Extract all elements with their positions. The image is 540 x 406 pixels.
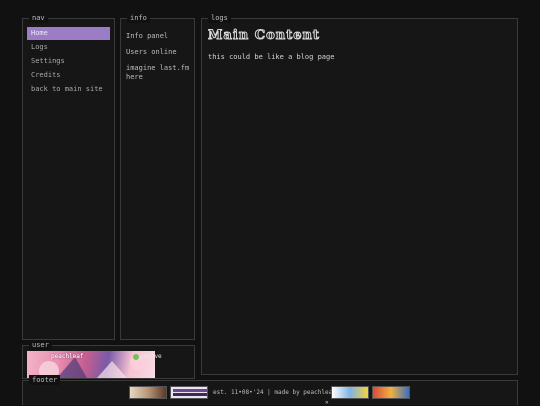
nav-item-credits[interactable]: Credits [27,69,110,82]
user-status: pmarve [133,353,162,360]
nav-item-back-to-main-site[interactable]: back to main site [27,83,110,96]
user-name: peachleaf [51,353,84,360]
main-content-heading: Main Content [208,28,320,44]
footer-text: est. 11•08•'24 | made by peachleaf [213,389,336,396]
user-panel: user peachleaf pmarve [22,340,195,379]
footer-badge-4[interactable] [372,386,410,399]
status-text: pmarve [140,353,162,360]
user-legend: user [29,340,52,350]
logs-legend: logs [208,13,231,23]
footer-badge-1[interactable] [129,386,167,399]
nav-item-home[interactable]: Home [27,27,110,40]
status-icon [133,353,139,360]
footer-badge-3[interactable] [331,386,369,399]
footer-legend: footer [29,375,61,385]
info-legend: info [127,13,150,23]
nav-list: Home Logs Settings Credits back to main … [27,26,110,97]
nav-legend: nav [29,13,48,23]
logs-panel: logs Main Content this could be like a b… [201,13,518,375]
info-item-info-panel: Info panel [126,32,169,40]
nav-item-logs[interactable]: Logs [27,41,110,54]
info-item-lastfm: imagine last.fm here [126,64,190,81]
nav-panel: nav Home Logs Settings Credits back to m… [22,13,115,340]
info-list: Info panel Users online imagine last.fm … [126,32,190,89]
footer-badge-2[interactable] [170,386,208,399]
footer-ornament-icon: ✕ [325,399,329,406]
nav-item-settings[interactable]: Settings [27,55,110,68]
info-item-users-online: Users online [126,48,177,56]
main-content-text: this could be like a blog page [208,53,335,61]
info-panel: info Info panel Users online imagine las… [120,13,195,340]
